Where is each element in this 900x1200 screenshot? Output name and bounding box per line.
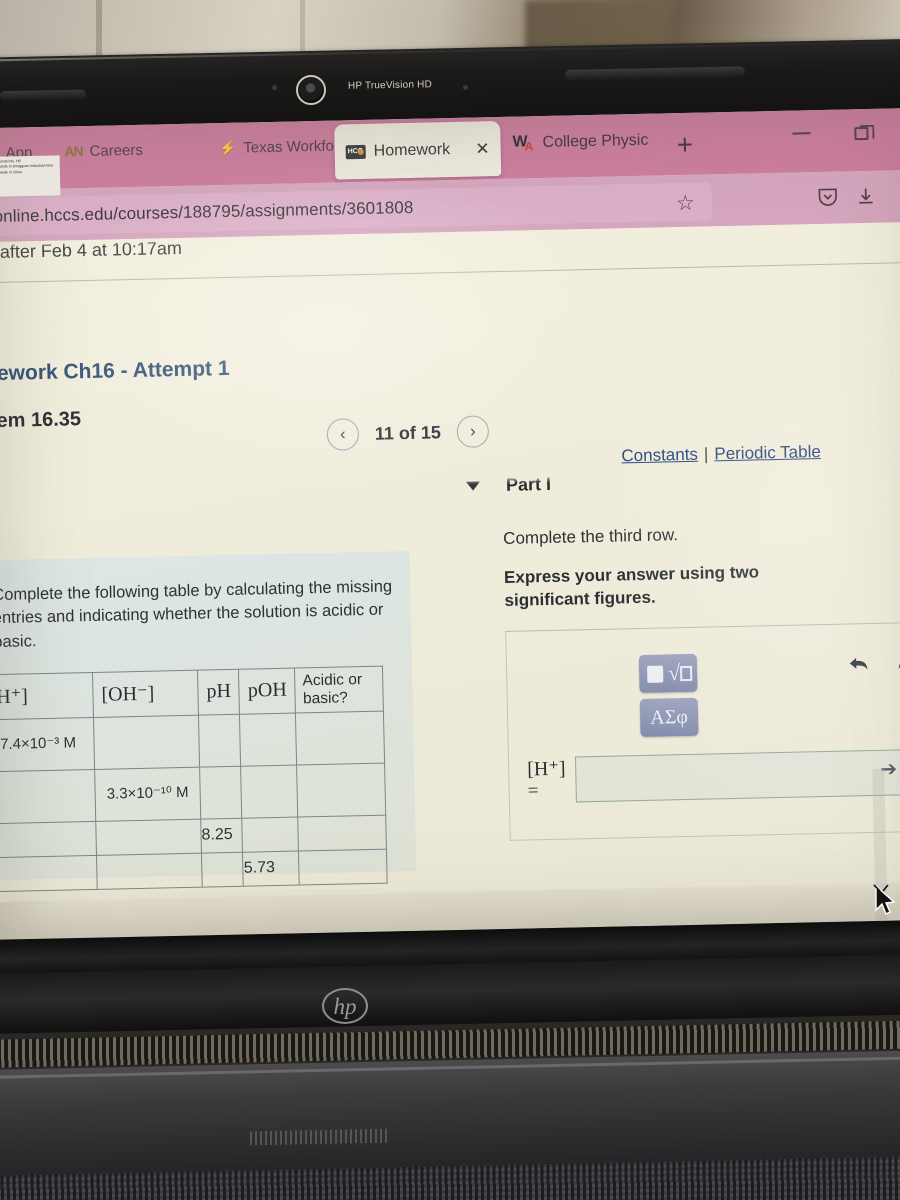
sticker-line: Made in China [0, 169, 23, 175]
url-text: eonline.hccs.edu/courses/188795/assignme… [0, 197, 414, 227]
undo-arrow-icon[interactable] [847, 652, 872, 681]
pocket-shield-icon[interactable] [817, 186, 839, 208]
close-tab-icon[interactable]: ✕ [475, 139, 490, 159]
laptop-body [0, 920, 900, 1200]
next-problem-button[interactable]: › [456, 415, 490, 448]
pager-position: 11 of 15 [374, 421, 442, 444]
answer-field-label: [H⁺] = [526, 757, 566, 802]
new-tab-button[interactable]: + [676, 129, 693, 161]
cell-oh[interactable]: 3.3×10⁻¹⁰ M [94, 766, 201, 822]
col-header-acidic-basic: Acidic or basic? [294, 666, 384, 713]
bookmark-texas-workforce[interactable]: ⚡ Texas Workfor [159, 130, 356, 164]
math-template-icon[interactable]: √ [638, 653, 698, 694]
answer-instruction: Express your answer using two significan… [503, 562, 760, 610]
part-header[interactable]: Part I [465, 473, 552, 497]
cell-poh[interactable] [242, 816, 299, 852]
download-icon[interactable] [856, 185, 876, 207]
cell-acidic-basic[interactable] [295, 710, 385, 765]
cell-h[interactable] [0, 821, 97, 858]
constants-link[interactable]: Constants [621, 445, 698, 466]
microphone-hole-left [272, 85, 277, 90]
template-square-icon [646, 665, 664, 683]
table-row: 7.4×10⁻³ M [0, 710, 385, 772]
an-careers-icon: AN [64, 143, 83, 160]
maximize-window-button[interactable] [854, 126, 869, 141]
col-header-oh: [OH⁻] [92, 670, 199, 718]
minimize-window-button[interactable] [792, 132, 811, 135]
tab-homework[interactable]: HCC Homework ✕ [334, 120, 502, 180]
surface-speckle [249, 1128, 391, 1146]
cell-oh[interactable] [95, 818, 202, 856]
microphone-hole-right [463, 85, 468, 90]
cell-oh[interactable] [93, 714, 200, 770]
radicand-box-icon [680, 665, 693, 682]
hcc-favicon-icon: HCC [345, 144, 366, 159]
tab-label: Homework [373, 140, 451, 160]
cell-poh[interactable] [241, 764, 299, 818]
webcam-lens [296, 75, 326, 105]
radical-icon: √ [667, 660, 681, 686]
answer-input[interactable] [574, 748, 900, 803]
cell-ph[interactable]: 8.25 [200, 817, 243, 853]
answer-entry-box: √ ΑΣφ [H⁺] = [505, 621, 900, 841]
cell-poh[interactable] [239, 712, 297, 766]
redo-arrow-icon[interactable] [895, 651, 900, 680]
cell-ph[interactable] [201, 851, 244, 887]
page-content: ble after Feb 4 at 10:17am omework Ch16 … [0, 221, 900, 941]
reference-links: Constants | Periodic Table [621, 442, 821, 466]
periodic-table-link[interactable]: Periodic Table [714, 442, 821, 463]
col-header-poh: pOH [238, 668, 296, 714]
lightning-bolt-icon: ⚡ [218, 139, 237, 156]
bezel-vent-right [564, 66, 745, 81]
regulatory-sticker: Model No. HP Made in Dongguan Industrial… [0, 155, 61, 197]
bookmark-star-icon[interactable]: ☆ [676, 191, 695, 216]
part-label: Part I [505, 473, 552, 495]
cell-acidic-basic[interactable] [298, 848, 388, 885]
question-body: Complete the following table by calculat… [0, 577, 393, 651]
bookmark-label: Careers [89, 141, 144, 160]
webcam-label: HP TrueVision HD [347, 79, 433, 92]
mouse-cursor-icon [872, 884, 898, 918]
wa-favicon-icon: WA [512, 133, 534, 154]
tab-college-physics[interactable]: WA College Physic [512, 130, 672, 154]
bookmark-careers[interactable]: AN Careers [48, 134, 159, 166]
question-panel: Complete the following table by calculat… [0, 551, 417, 892]
ph-table: [H⁺] [OH⁻] pH pOH Acidic or basic? 7.4×1… [0, 666, 388, 892]
tab-label: College Physic [542, 131, 649, 152]
bookmark-label: Texas Workfor [243, 136, 340, 157]
table-row: 3.3×10⁻¹⁰ M [0, 762, 387, 824]
cell-poh[interactable]: 5.73 [242, 850, 300, 886]
cell-oh[interactable] [96, 852, 203, 890]
chevron-down-icon[interactable] [465, 481, 481, 491]
prev-problem-button[interactable]: ‹ [326, 418, 360, 451]
answer-prompt: Complete the third row. [502, 525, 679, 548]
equals-sign: = [527, 780, 539, 802]
answer-panel: Constants | Periodic Table Part I Complete… [441, 436, 900, 876]
cell-ph[interactable] [198, 713, 242, 767]
greek-symbols-button[interactable]: ΑΣφ [639, 697, 699, 738]
cell-h[interactable] [0, 769, 96, 824]
link-separator: | [703, 444, 709, 464]
cell-acidic-basic[interactable] [298, 814, 387, 851]
cell-h[interactable] [0, 855, 98, 892]
laptop-screen: App AN Careers ⚡ Texas Workfor HCC Homew… [0, 107, 900, 941]
bezel-vent-left [0, 89, 87, 102]
col-header-h: [H⁺] [0, 672, 94, 720]
table-row: 5.73 [0, 848, 388, 892]
cell-acidic-basic[interactable] [296, 762, 387, 817]
photo-of-laptop-screen: HP TrueVision HD App AN Careers ⚡ Texas … [0, 0, 900, 1200]
col-header-ph: pH [197, 669, 240, 715]
hp-logo: hp [322, 988, 368, 1024]
page-title: oblem 16.35 [0, 408, 82, 433]
cell-h[interactable]: 7.4×10⁻³ M [0, 717, 95, 772]
cell-ph[interactable] [199, 765, 243, 819]
assignment-title: omework Ch16 - Attempt 1 [0, 356, 230, 386]
